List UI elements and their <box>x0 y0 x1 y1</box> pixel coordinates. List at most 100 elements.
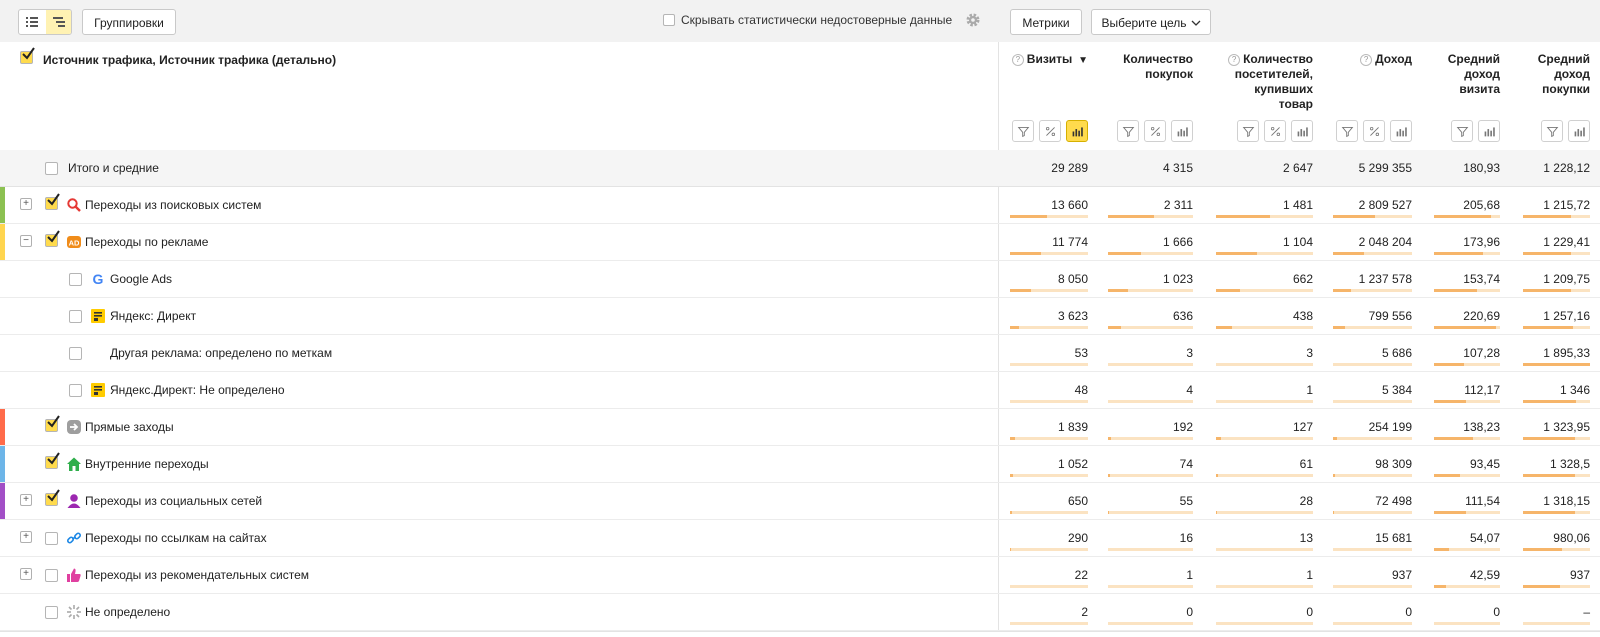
table-row[interactable]: Другая реклама: определено по меткам 53 3 3… <box>0 335 1600 372</box>
metric-bar-fill <box>1216 326 1232 329</box>
row-checkbox[interactable] <box>45 415 61 432</box>
chart-button[interactable] <box>1478 120 1500 142</box>
metric-bar <box>1434 437 1500 440</box>
table-row[interactable]: + Переходы по ссылкам на сайтах 290 16 13 15 … <box>0 520 1600 557</box>
metric-value: 2 809 527 <box>1358 198 1412 212</box>
row-checkbox[interactable] <box>69 384 82 397</box>
gear-icon[interactable] <box>965 12 981 28</box>
row-checkbox[interactable] <box>45 193 61 210</box>
metric-bar-fill <box>1010 548 1011 551</box>
table-row[interactable]: + Переходы из поисковых систем 13 660 2 311… <box>0 187 1600 224</box>
sort-desc-icon[interactable]: ▼ <box>1075 55 1088 66</box>
metric-value: 0 <box>1306 605 1313 619</box>
metric-value: 5 686 <box>1381 346 1412 360</box>
metric-bar <box>1333 215 1412 218</box>
chart-button[interactable] <box>1291 120 1313 142</box>
filter-button[interactable] <box>1012 120 1034 142</box>
column-header[interactable]: Средний доход покупки <box>1538 52 1590 97</box>
table-row[interactable]: G Google Ads 8 050 1 023 662 1 237 578 153,74 1… <box>0 261 1600 298</box>
row-label: Переходы из социальных сетей <box>85 494 263 508</box>
expand-button[interactable]: + <box>20 494 32 506</box>
hide-unreliable-checkbox[interactable] <box>663 14 675 26</box>
metric-bar <box>1523 326 1590 329</box>
metric-value: 1 215,72 <box>1543 198 1590 212</box>
row-checkbox[interactable] <box>45 452 61 469</box>
metric-bar <box>1434 585 1500 588</box>
groupings-button[interactable]: Группировки <box>82 9 176 35</box>
metric-bar-fill <box>1434 326 1496 329</box>
table-row[interactable]: Не определено 2 0 0 0 0 – <box>0 594 1600 631</box>
row-checkbox[interactable] <box>69 347 82 360</box>
help-icon[interactable]: ? <box>1228 54 1241 66</box>
column-header[interactable]: Средний доход визита <box>1448 52 1500 97</box>
expand-button[interactable]: + <box>20 531 32 543</box>
tree-view-button[interactable] <box>46 10 71 34</box>
expand-button[interactable]: + <box>20 198 32 210</box>
help-icon[interactable]: ? <box>1011 54 1024 66</box>
metric-bar-fill <box>1333 289 1351 292</box>
metric-bar-fill <box>1523 585 1560 588</box>
row-checkbox[interactable] <box>69 310 82 323</box>
goal-select-label: Выберите цель <box>1101 16 1187 30</box>
table-row[interactable]: Прямые заходы 1 839 192 127 254 199 138,23 1 3… <box>0 409 1600 446</box>
table-row[interactable]: + Переходы из рекомендательных систем 22 1 1… <box>0 557 1600 594</box>
column-header[interactable]: Количество покупок <box>1123 52 1193 82</box>
metric-value: 1 229,41 <box>1543 235 1590 249</box>
metric-bar <box>1216 252 1313 255</box>
row-label: Google Ads <box>110 272 173 286</box>
help-icon[interactable]: ? <box>1360 54 1373 66</box>
chart-button[interactable] <box>1568 120 1590 142</box>
table-row[interactable]: Яндекс: Директ 3 623 636 438 799 556 220,69 1 … <box>0 298 1600 335</box>
metric-bar-fill <box>1523 511 1575 514</box>
filter-button[interactable] <box>1117 120 1139 142</box>
expand-button[interactable]: + <box>20 568 32 580</box>
metric-value: 0 <box>1493 605 1500 619</box>
filter-button[interactable] <box>1237 120 1259 142</box>
check-icon <box>47 415 60 428</box>
percent-button[interactable] <box>1039 120 1061 142</box>
percent-button[interactable] <box>1264 120 1286 142</box>
percent-button[interactable] <box>1363 120 1385 142</box>
column-header[interactable]: ? Количество посетителей, купивших товар <box>1228 52 1313 112</box>
metric-value: 5 384 <box>1381 383 1412 397</box>
filter-button[interactable] <box>1451 120 1473 142</box>
table-row[interactable]: Яндекс.Директ: Не определено 48 4 1 5 384 112… <box>0 372 1600 409</box>
metric-value: 1 <box>1306 568 1313 582</box>
total-checkbox[interactable] <box>45 162 58 175</box>
chart-button[interactable] <box>1171 120 1193 142</box>
list-view-button[interactable] <box>19 10 45 34</box>
filter-button[interactable] <box>1541 120 1563 142</box>
table-row[interactable]: Внутренние переходы 1 052 74 61 98 309 93,45 1… <box>0 446 1600 483</box>
chart-button[interactable] <box>1390 120 1412 142</box>
hide-unreliable-toggle[interactable]: Скрывать статистически недостоверные дан… <box>663 13 952 27</box>
filter-button[interactable] <box>1336 120 1358 142</box>
metric-value: 153,74 <box>1463 272 1500 286</box>
column-header[interactable]: ? Доход <box>1360 52 1412 67</box>
metric-bar <box>1434 363 1500 366</box>
row-checkbox[interactable] <box>45 489 61 506</box>
metric-bar-fill <box>1108 474 1110 477</box>
table-row[interactable]: − AD Переходы по рекламе 11 774 1 666 1 104 2 … <box>0 224 1600 261</box>
metrics-button[interactable]: Метрики <box>1010 9 1082 35</box>
goal-select[interactable]: Выберите цель <box>1091 9 1211 35</box>
row-label: Другая реклама: определено по меткам <box>110 346 333 360</box>
color-stripe <box>0 483 5 519</box>
percent-button[interactable] <box>1144 120 1166 142</box>
metric-bar <box>1010 326 1088 329</box>
column-header[interactable]: ? Визиты ▼ <box>1011 52 1088 68</box>
metric-bar <box>1333 548 1412 551</box>
row-checkbox[interactable] <box>69 273 82 286</box>
row-checkbox[interactable] <box>45 606 58 619</box>
metric-bar-fill <box>1333 437 1337 440</box>
metric-value: 0 <box>1405 605 1412 619</box>
row-checkbox[interactable] <box>45 230 61 247</box>
metric-bar <box>1333 437 1412 440</box>
metric-bar-fill <box>1010 289 1031 292</box>
collapse-button[interactable]: − <box>20 235 32 247</box>
row-checkbox[interactable] <box>45 569 58 582</box>
row-checkbox[interactable] <box>45 532 58 545</box>
chart-button[interactable] <box>1066 120 1088 142</box>
table-row[interactable]: + Переходы из социальных сетей 650 55 28 72 4… <box>0 483 1600 520</box>
metric-value: 205,68 <box>1463 198 1500 212</box>
dimension-checkbox[interactable] <box>20 47 36 64</box>
